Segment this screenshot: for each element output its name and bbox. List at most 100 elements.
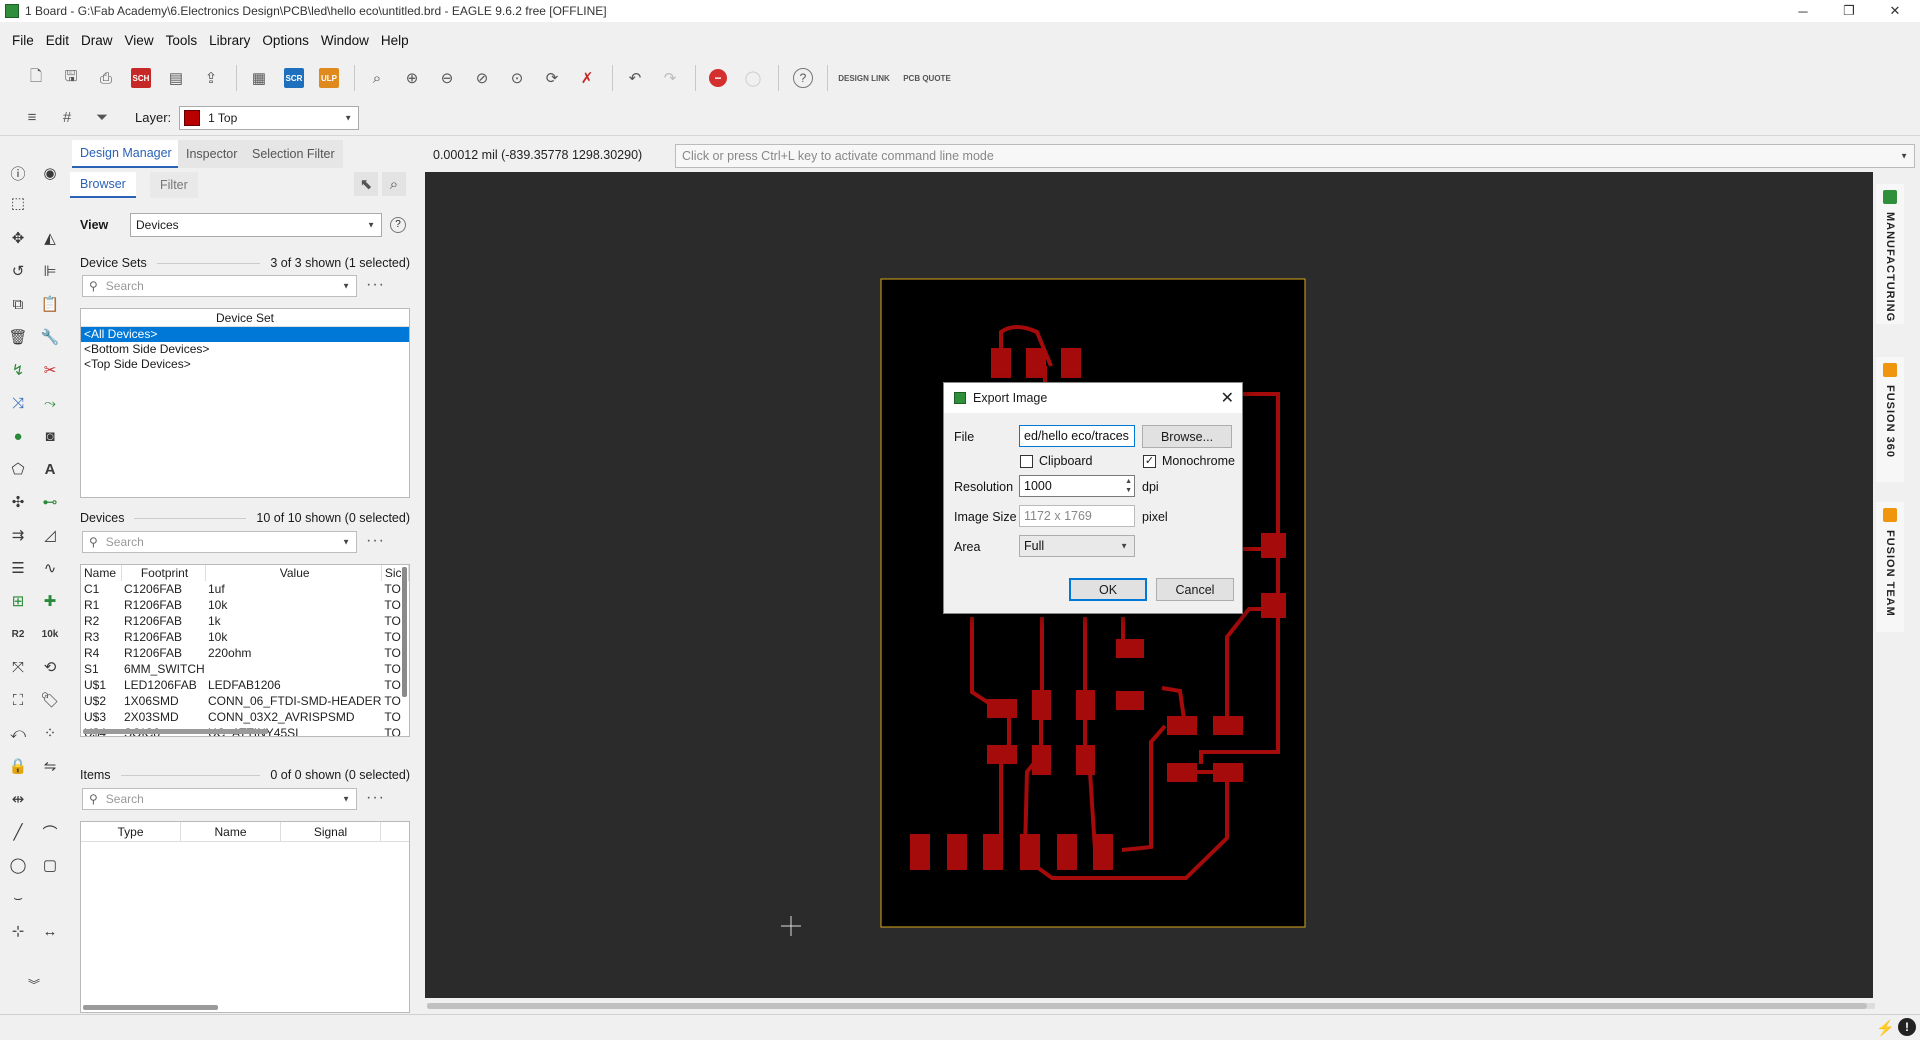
- horizontal-scrollbar[interactable]: [83, 729, 268, 734]
- align-icon[interactable]: ⊫: [38, 259, 62, 283]
- print-icon[interactable]: ⎙: [90, 64, 122, 92]
- paint-icon[interactable]: ⛶: [6, 688, 30, 712]
- fusion-team-tab[interactable]: FUSION TEAM: [1876, 502, 1904, 632]
- move-icon[interactable]: ✥: [6, 226, 30, 250]
- vertical-scrollbar[interactable]: [402, 567, 407, 697]
- resolution-spinbox[interactable]: 1000 ▲ ▼: [1019, 475, 1135, 497]
- go-icon[interactable]: ◯: [737, 64, 769, 92]
- items-search[interactable]: ⚲ Search ▼: [82, 788, 357, 810]
- line-icon[interactable]: ╱: [6, 820, 30, 844]
- zoom-fit-icon[interactable]: ⌕: [361, 64, 393, 92]
- menu-draw[interactable]: Draw: [75, 33, 119, 48]
- redo-icon[interactable]: ↷: [654, 64, 686, 92]
- undo-icon[interactable]: ↶: [619, 64, 651, 92]
- column-signal[interactable]: Signal: [281, 822, 381, 841]
- tab-selection-filter[interactable]: Selection Filter: [244, 140, 343, 168]
- menu-edit[interactable]: Edit: [40, 33, 75, 48]
- menu-library[interactable]: Library: [203, 33, 256, 48]
- show-icon[interactable]: ◉: [38, 161, 62, 185]
- split-line-icon[interactable]: ⇹: [6, 787, 30, 811]
- lines-icon[interactable]: ☰: [6, 556, 30, 580]
- via-icon[interactable]: ●: [6, 424, 30, 448]
- wrench-icon[interactable]: 🔧: [38, 325, 62, 349]
- horizontal-scrollbar[interactable]: [83, 1005, 218, 1010]
- more-options-icon[interactable]: ···: [366, 789, 385, 807]
- devices-search[interactable]: ⚲ Search ▼: [82, 531, 357, 553]
- file-path-input[interactable]: ed/hello eco/traces: [1019, 425, 1135, 447]
- table-row[interactable]: R3 R1206FAB 10k TO: [81, 629, 409, 645]
- table-row[interactable]: R1 R1206FAB 10k TO: [81, 597, 409, 613]
- info-icon[interactable]: ⓘ: [6, 161, 30, 185]
- scroll-thumb[interactable]: [427, 1003, 1867, 1009]
- subtab-browser[interactable]: Browser: [70, 172, 136, 198]
- text-icon[interactable]: A: [38, 457, 62, 481]
- more-options-icon[interactable]: ···: [366, 276, 385, 294]
- schematic-button[interactable]: SCH: [125, 64, 157, 92]
- alert-icon[interactable]: !: [1898, 1018, 1916, 1036]
- new-file-icon[interactable]: 🗋: [20, 64, 52, 92]
- stop-icon[interactable]: −: [702, 64, 734, 92]
- delete-icon[interactable]: 🗑: [6, 325, 30, 349]
- copy-icon[interactable]: ⧉: [6, 292, 30, 316]
- rotate-icon[interactable]: ↺: [6, 259, 30, 283]
- zoom-select-icon[interactable]: ⊙: [501, 64, 533, 92]
- manufacturing-tab[interactable]: MANUFACTURING: [1876, 184, 1904, 324]
- filter-icon[interactable]: ⏷: [86, 104, 118, 132]
- list-item[interactable]: <Top Side Devices>: [81, 357, 409, 372]
- signal-icon[interactable]: ⊷: [38, 490, 62, 514]
- more-options-icon[interactable]: ···: [366, 532, 385, 550]
- close-button[interactable]: ✕: [1872, 0, 1918, 22]
- cancel-button[interactable]: Cancel: [1156, 578, 1234, 601]
- group-icon[interactable]: ⁘: [38, 721, 62, 745]
- table-row[interactable]: U$2 1X06SMD CONN_06_FTDI-SMD-HEADER TO: [81, 693, 409, 709]
- optimize-icon[interactable]: ⇉: [6, 523, 30, 547]
- list-item[interactable]: <All Devices>: [81, 327, 409, 342]
- arc-icon[interactable]: ⌒: [38, 820, 62, 844]
- add-icon[interactable]: ✚: [38, 589, 62, 613]
- command-line-input[interactable]: Click or press Ctrl+L key to activate co…: [675, 144, 1915, 168]
- list-item[interactable]: <Bottom Side Devices>: [81, 342, 409, 357]
- column-name[interactable]: Name: [181, 822, 281, 841]
- add-part-icon[interactable]: ⊞: [6, 589, 30, 613]
- column-footprint[interactable]: Footprint: [121, 565, 206, 581]
- curve-icon[interactable]: ⌣: [6, 886, 30, 910]
- lightning-icon[interactable]: ⚡: [1876, 1019, 1895, 1037]
- zoom-out-icon[interactable]: ⊖: [431, 64, 463, 92]
- device-sets-search[interactable]: ⚲ Search ▼: [82, 275, 357, 297]
- select-pointer-icon[interactable]: ⬉: [354, 172, 378, 196]
- mark-icon[interactable]: ⊹: [6, 919, 30, 943]
- split-icon[interactable]: ✣: [6, 490, 30, 514]
- ratsnest-icon[interactable]: ✗: [571, 64, 603, 92]
- export-icon[interactable]: ⇪: [195, 64, 227, 92]
- restore-button[interactable]: ❐: [1826, 0, 1872, 22]
- column-value[interactable]: Value: [205, 565, 382, 581]
- layer-dropdown[interactable]: 1 Top ▼: [179, 105, 360, 130]
- library-icon[interactable]: ▦: [243, 64, 275, 92]
- table-row[interactable]: S1 6MM_SWITCH TO: [81, 661, 409, 677]
- paste-icon[interactable]: 📋: [38, 292, 62, 316]
- subtab-filter[interactable]: Filter: [150, 172, 198, 198]
- minimize-button[interactable]: ─: [1780, 0, 1826, 22]
- waveform-icon[interactable]: ∿: [38, 556, 62, 580]
- fusion-360-tab[interactable]: FUSION 360: [1876, 357, 1904, 482]
- save-icon[interactable]: 🖫: [55, 64, 87, 92]
- table-row[interactable]: U$1 LED1206FAB LEDFAB1206 TO: [81, 677, 409, 693]
- value-icon[interactable]: 10k: [38, 622, 62, 646]
- monochrome-checkbox[interactable]: ✓: [1143, 455, 1156, 468]
- area-dropdown[interactable]: Full ▼: [1019, 535, 1135, 557]
- grid-icon[interactable]: #: [51, 104, 83, 132]
- ripup-wire-icon[interactable]: ⤺: [6, 721, 30, 745]
- ok-button[interactable]: OK: [1069, 578, 1147, 601]
- table-row[interactable]: R4 R1206FAB 220ohm TO: [81, 645, 409, 661]
- redraw-icon[interactable]: ⟳: [536, 64, 568, 92]
- column-header[interactable]: Device Set: [81, 309, 409, 327]
- menu-window[interactable]: Window: [315, 33, 375, 48]
- ripup-icon[interactable]: ✂: [38, 358, 62, 382]
- column-type[interactable]: Type: [81, 822, 181, 841]
- zoom-search-icon[interactable]: ⌕: [382, 172, 406, 196]
- attribute-icon[interactable]: 🏷: [38, 688, 62, 712]
- close-icon[interactable]: ✕: [1221, 388, 1234, 408]
- miter-icon[interactable]: ◿: [38, 523, 62, 547]
- view-dropdown[interactable]: Devices ▼: [130, 213, 382, 237]
- mirror-icon[interactable]: ◭: [38, 226, 62, 250]
